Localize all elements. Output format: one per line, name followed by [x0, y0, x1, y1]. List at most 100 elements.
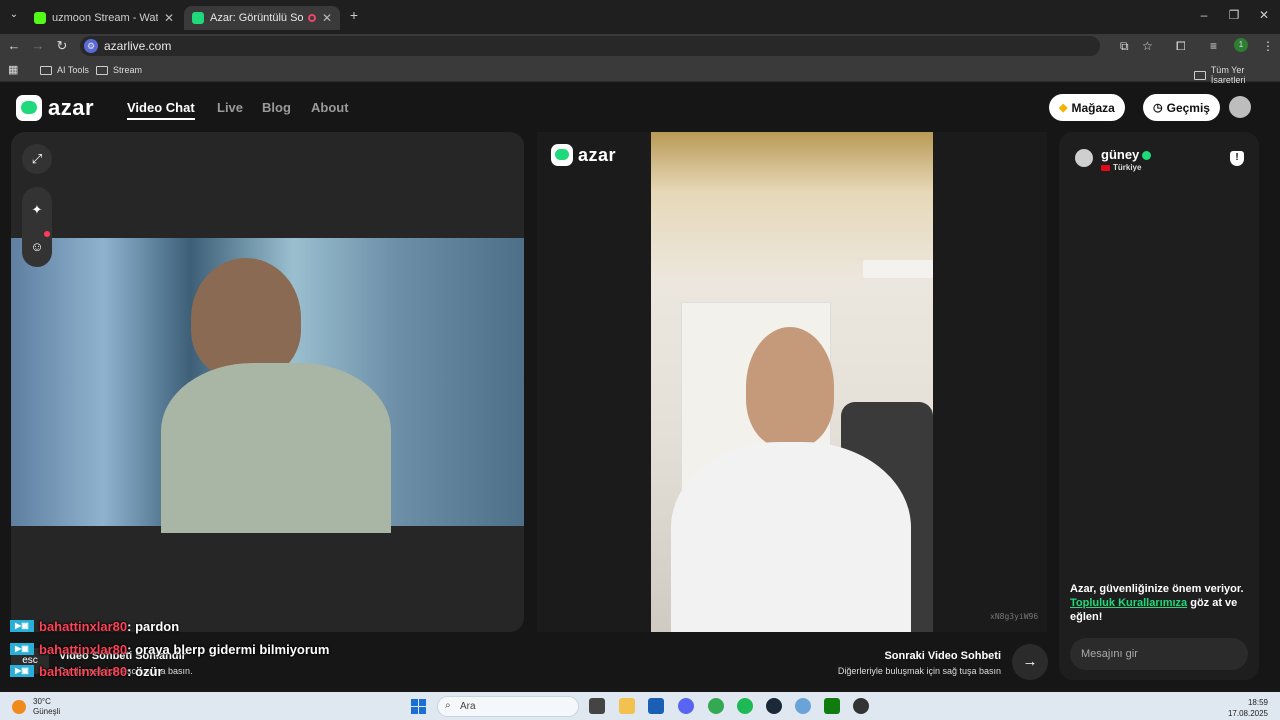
report-shield-icon[interactable]: ! [1230, 151, 1244, 166]
back-icon[interactable]: ← [6, 38, 22, 53]
install-app-icon[interactable]: ⧉ [1120, 39, 1129, 54]
bookmarks-bar: ▦ AI Tools Stream Tüm Yer İşaretleri [0, 58, 1280, 85]
stream-chat-line: ▶▣ bahattinxlar80 : pardon [10, 617, 179, 635]
partner-video-area: azar xN8g3yiW96 [537, 132, 1047, 632]
sub-badge-icon: ▶▣ [10, 643, 34, 655]
clock-icon: ◷ [1153, 102, 1163, 114]
windows-start-icon[interactable] [411, 699, 426, 714]
windows-taskbar: 30°C Güneşli ⌕ Ara 18:59 17.08.2025 [0, 692, 1280, 720]
tab-kick-stream[interactable]: uzmoon Stream - Watch Live o ✕ [26, 6, 182, 30]
safety-line-1: Azar, güvenliğinize önem veriyor. [1070, 583, 1244, 595]
stream-chat-line: ▶▣ bahattinxlar80 : özür [10, 662, 163, 680]
nav-blog[interactable]: Blog [262, 100, 291, 115]
sparkle-effects-icon[interactable]: ✦ [22, 195, 52, 225]
self-camera-feed [11, 238, 524, 533]
forward-icon[interactable]: → [30, 38, 46, 53]
diamond-icon: ◆ [1059, 102, 1068, 114]
restore-icon[interactable]: ❐ [1224, 8, 1244, 22]
extensions-icon[interactable]: ⧠ [1176, 39, 1186, 54]
site-info-icon[interactable]: ⚙ [84, 39, 98, 53]
chrome-icon[interactable] [708, 698, 724, 714]
minimize-icon[interactable]: – [1194, 8, 1214, 22]
weather-widget[interactable]: 30°C Güneşli [12, 697, 60, 717]
discord-icon[interactable] [678, 698, 694, 714]
nav-live[interactable]: Live [217, 100, 243, 115]
next-chat-button[interactable]: → [1012, 644, 1048, 680]
address-bar[interactable]: ⚙ azarlive.com [80, 36, 1100, 56]
air-conditioner [863, 260, 933, 278]
community-rules-link[interactable]: Topluluk Kurallarımıza [1070, 597, 1187, 609]
partner-name: güney [1101, 147, 1152, 162]
chat-username: bahattinxlar80 [39, 618, 128, 634]
close-tab-icon[interactable]: ✕ [164, 11, 174, 25]
partner-person-head [746, 327, 834, 447]
chat-message: : oraya blerp gidermi bilmiyorum [127, 641, 330, 657]
weather-condition: Güneşli [33, 707, 61, 716]
close-window-icon[interactable]: ✕ [1254, 8, 1274, 22]
browser-tab-bar: ⌄ uzmoon Stream - Watch Live o ✕ Azar: G… [0, 0, 1280, 34]
task-view-icon[interactable] [589, 698, 605, 714]
reload-icon[interactable]: ↻ [54, 38, 70, 54]
fullscreen-icon[interactable]: ⤢ [22, 144, 52, 174]
tab-title: Azar: Görüntülü Sohbet, Arl [210, 12, 304, 24]
sun-icon [12, 700, 26, 714]
profile-icon[interactable]: 1 [1234, 38, 1248, 52]
folder-icon [1194, 70, 1206, 80]
verified-badge-icon [1142, 151, 1152, 161]
media-icon[interactable]: ≡ [1210, 39, 1217, 53]
sub-badge-icon: ▶▣ [10, 620, 34, 632]
turkey-flag-icon [1101, 164, 1110, 171]
obs-icon[interactable] [853, 698, 869, 714]
bookmark-stream[interactable]: Stream [96, 65, 142, 75]
notification-dot [44, 231, 50, 237]
tab-title: uzmoon Stream - Watch Live o [52, 12, 158, 24]
new-tab-button[interactable]: + [344, 7, 364, 23]
nav-about[interactable]: About [311, 100, 349, 115]
self-video-panel: ⤢ ✦ ☺ [11, 132, 524, 632]
logo-text: azar [48, 95, 95, 120]
nav-video-chat[interactable]: Video Chat [127, 100, 195, 120]
system-clock[interactable]: 18:59 17.08.2025 [1220, 697, 1268, 719]
history-button[interactable]: ◷ Geçmiş [1143, 94, 1220, 121]
tab-search-icon[interactable]: ⌄ [6, 9, 22, 20]
apps-grid-icon[interactable]: ▦ [8, 63, 18, 76]
bookmark-label: AI Tools [57, 65, 89, 75]
partner-avatar-icon [1075, 149, 1093, 167]
bookmark-star-icon[interactable]: ☆ [1142, 39, 1153, 53]
history-label: Geçmiş [1166, 100, 1210, 115]
azar-logo[interactable]: azar [16, 95, 94, 121]
search-icon: ⌕ [445, 700, 451, 711]
tab-azar[interactable]: Azar: Görüntülü Sohbet, Arl ✕ [184, 6, 340, 30]
menu-icon[interactable]: ⋮ [1262, 39, 1274, 53]
steam-icon[interactable] [766, 698, 782, 714]
app-icon[interactable] [795, 698, 811, 714]
xbox-icon[interactable] [824, 698, 840, 714]
partner-camera-feed [651, 132, 933, 632]
close-tab-icon[interactable]: ✕ [322, 11, 332, 25]
chat-message: : pardon [127, 618, 180, 634]
all-bookmarks[interactable]: Tüm Yer İşaretleri [1194, 65, 1280, 85]
country-text: Türkiye [1113, 163, 1142, 172]
folder-icon [40, 65, 52, 75]
self-person-head [191, 258, 301, 378]
self-person-body [161, 363, 391, 533]
partner-country: Türkiye [1101, 163, 1141, 172]
next-chat-hint: Diğerleriyle buluşmak için sağ tuşa bası… [837, 666, 1001, 676]
azar-logo-icon [551, 144, 573, 166]
user-avatar-icon[interactable] [1229, 96, 1251, 118]
stream-chat-line: ▶▣ bahattinxlar80 : oraya blerp gidermi … [10, 640, 329, 658]
message-input[interactable]: Mesajını gir [1070, 638, 1248, 670]
taskbar-search[interactable]: ⌕ Ara [437, 696, 579, 717]
store-button[interactable]: ◆ Mağaza [1049, 94, 1125, 121]
file-explorer-icon[interactable] [619, 698, 635, 714]
temperature: 30°C [33, 697, 51, 706]
recording-icon [307, 14, 316, 22]
sub-badge-icon: ▶▣ [10, 665, 34, 677]
store-app-icon[interactable] [648, 698, 664, 714]
bookmark-label: Tüm Yer İşaretleri [1210, 65, 1246, 85]
spotify-icon[interactable] [737, 698, 753, 714]
bookmark-ai-tools[interactable]: AI Tools [40, 65, 89, 75]
safety-notice: Azar, güvenliğinize önem veriyor. Toplul… [1070, 582, 1250, 624]
effects-toolbar: ✦ ☺ [22, 187, 52, 267]
chat-username: bahattinxlar80 [39, 641, 128, 657]
